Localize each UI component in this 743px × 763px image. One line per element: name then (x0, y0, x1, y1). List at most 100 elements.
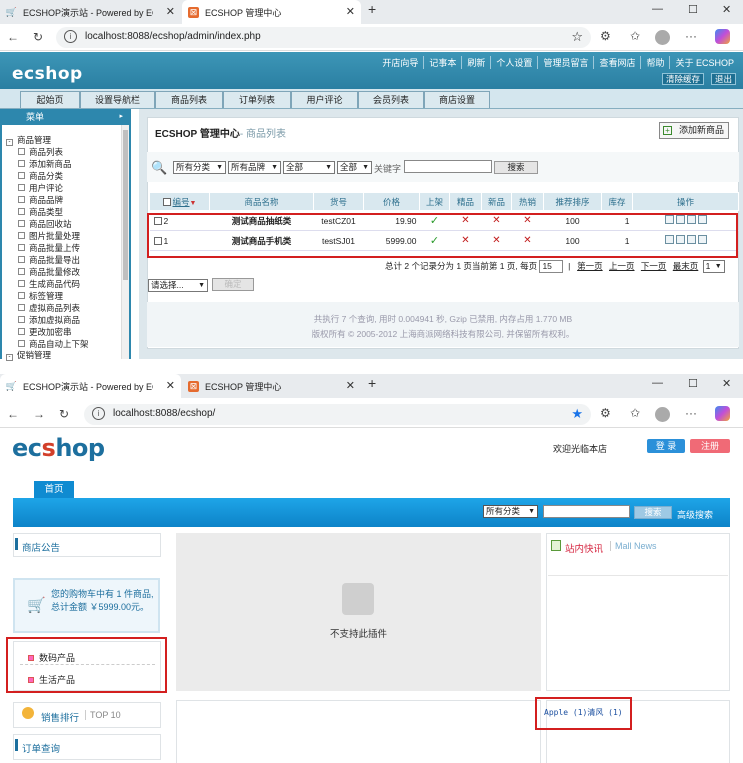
col-name[interactable]: 商品名称 (209, 192, 314, 211)
logout-button[interactable]: 退出 (711, 73, 737, 85)
back-icon[interactable]: ← (7, 30, 19, 44)
col-stock[interactable]: 库存 (601, 192, 633, 211)
add-goods-button[interactable]: + 添加新商品 (659, 122, 729, 139)
info-icon[interactable]: i (64, 30, 77, 43)
sidebar-group-goods[interactable]: - 商品管理 (6, 134, 51, 146)
sidebar-item[interactable]: 商品批量修改 (18, 266, 80, 278)
shop-category-select[interactable]: 所有分类 ▼ (483, 505, 538, 518)
sidebar-group-promotion[interactable]: - 促销管理 (6, 349, 51, 361)
shop-search-button[interactable]: 搜索 (634, 506, 672, 519)
col-price[interactable]: 价格 (363, 192, 420, 211)
close-tab-icon[interactable]: ✕ (346, 5, 355, 18)
sidebar-item[interactable]: 商品类型 (18, 206, 63, 218)
minimize-icon[interactable]: — (652, 3, 663, 15)
scrollbar-thumb[interactable] (123, 130, 128, 280)
sidebar-item[interactable]: 添加新商品 (18, 158, 72, 170)
close-tab-icon[interactable]: ✕ (346, 379, 355, 392)
col-on-sale[interactable]: 上架 (419, 192, 450, 211)
scope-select[interactable]: 全部 ▼ (283, 161, 335, 174)
extensions-icon[interactable]: ⚙ (600, 406, 611, 420)
close-window-icon[interactable]: ✕ (722, 3, 731, 16)
sidebar-scrollbar[interactable] (121, 125, 129, 359)
reload-icon[interactable]: ↻ (59, 407, 69, 421)
cart-summary-box[interactable]: 🛒 您的购物车中有 1 件商品, 总计金额 ￥5999.00元。 (13, 578, 160, 633)
link-setup-wizard[interactable]: 开店向导 (377, 56, 425, 69)
sidebar-item[interactable]: 商品回收站 (18, 218, 72, 230)
tab-user-comments[interactable]: 用户评论 (291, 91, 358, 108)
browser-tab-admin[interactable]: ⊠ ECSHOP 管理中心 ✕ (182, 0, 361, 24)
col-id[interactable]: 编号▼ (149, 192, 210, 211)
sidebar-item[interactable]: 添加虚拟商品 (18, 314, 80, 326)
link-personal-settings[interactable]: 个人设置 (491, 56, 539, 69)
link-help[interactable]: 帮助 (641, 56, 671, 69)
clear-cache-button[interactable]: 清除缓存 (662, 73, 705, 85)
col-sort[interactable]: 推荐排序 (543, 192, 602, 211)
brand-select[interactable]: 所有品牌 ▼ (228, 161, 281, 174)
browser-tab-shop[interactable]: 🛒 ECSHOP演示站 - Powered by ECSHOP ✕ (0, 0, 181, 24)
login-button[interactable]: 登 录 (647, 439, 685, 453)
nav-home-tab[interactable]: 首页 (34, 481, 74, 498)
sidebar-item[interactable]: 商品列表 (18, 146, 63, 158)
last-page-link[interactable]: 最末页 (673, 261, 699, 271)
forward-icon[interactable]: → (33, 407, 45, 421)
select-all-checkbox[interactable] (162, 198, 171, 207)
maximize-icon[interactable]: ☐ (688, 377, 698, 390)
col-sn[interactable]: 货号 (313, 192, 364, 211)
reload-icon[interactable]: ↻ (33, 30, 43, 44)
sidebar-item[interactable]: 虚拟商品列表 (18, 302, 80, 314)
first-page-link[interactable]: 第一页 (577, 261, 603, 271)
confirm-button[interactable]: 确定 (212, 278, 254, 291)
sidebar-item[interactable]: 图片批量处理 (18, 230, 80, 242)
sidebar-item[interactable]: 更改加密串 (18, 326, 72, 338)
link-about[interactable]: 关于 ECSHOP (670, 56, 739, 69)
browser-tab-shop[interactable]: 🛒 ECSHOP演示站 - Powered by ECSHOP ✕ (0, 374, 181, 398)
tab-shop-settings[interactable]: 商店设置 (424, 91, 490, 108)
sidebar-item[interactable]: 用户评论 (18, 182, 63, 194)
link-view-shop[interactable]: 查看网店 (594, 56, 642, 69)
collapse-arrow-icon[interactable]: ▸ (119, 109, 123, 125)
sidebar-item[interactable]: 商品批量导出 (18, 254, 80, 266)
link-refresh[interactable]: 刷新 (462, 56, 492, 69)
per-page-input[interactable]: 15 (539, 260, 564, 274)
search-button[interactable]: 搜索 (494, 161, 538, 174)
favorite-star-filled-icon[interactable]: ★ (571, 406, 583, 422)
copilot-icon[interactable] (715, 406, 730, 421)
new-tab-icon[interactable]: + (368, 375, 376, 391)
close-tab-icon[interactable]: ✕ (166, 5, 175, 18)
browser-tab-admin[interactable]: ⊠ ECSHOP 管理中心 ✕ (182, 374, 361, 398)
info-icon[interactable]: i (92, 407, 105, 420)
favorites-icon[interactable]: ✩ (630, 406, 640, 420)
page-select[interactable]: 1 ▼ (702, 260, 725, 274)
col-hot[interactable]: 热销 (511, 192, 544, 211)
category-select[interactable]: 所有分类 ▼ (173, 161, 226, 174)
col-best[interactable]: 精品 (449, 192, 482, 211)
tab-goods-list[interactable]: 商品列表 (155, 91, 223, 108)
link-notepad[interactable]: 记事本 (424, 56, 463, 69)
favorite-star-icon[interactable]: ☆ (571, 29, 583, 45)
maximize-icon[interactable]: ☐ (688, 3, 698, 16)
more-icon[interactable]: ··· (685, 29, 697, 43)
copilot-icon[interactable] (715, 29, 730, 44)
more-icon[interactable]: ··· (685, 406, 697, 420)
link-admin-messages[interactable]: 管理员留言 (538, 56, 595, 69)
address-bar[interactable]: i localhost:8088/ecshop/admin/index.php … (56, 27, 591, 48)
tab-start-page[interactable]: 起始页 (20, 91, 80, 108)
tab-nav-settings[interactable]: 设置导航栏 (80, 91, 155, 108)
batch-action-select[interactable]: 请选择... ▼ (148, 279, 208, 292)
sidebar-item[interactable]: 生成商品代码 (18, 278, 80, 290)
sidebar-item[interactable]: 商品分类 (18, 170, 63, 182)
back-icon[interactable]: ← (7, 407, 19, 421)
profile-avatar[interactable] (655, 30, 670, 45)
extensions-icon[interactable]: ⚙ (600, 29, 611, 43)
profile-avatar[interactable] (655, 407, 670, 422)
sidebar-item[interactable]: 商品批量上传 (18, 242, 80, 254)
prev-page-link[interactable]: 上一页 (609, 261, 635, 271)
new-tab-icon[interactable]: + (368, 1, 376, 17)
col-new[interactable]: 新品 (481, 192, 512, 211)
tab-member-list[interactable]: 会员列表 (358, 91, 424, 108)
scope-select-2[interactable]: 全部 ▼ (337, 161, 372, 174)
close-tab-icon[interactable]: ✕ (166, 379, 175, 392)
minimize-icon[interactable]: — (652, 377, 663, 389)
advanced-search-link[interactable]: 高级搜索 (677, 508, 713, 521)
keyword-input[interactable] (404, 160, 492, 173)
